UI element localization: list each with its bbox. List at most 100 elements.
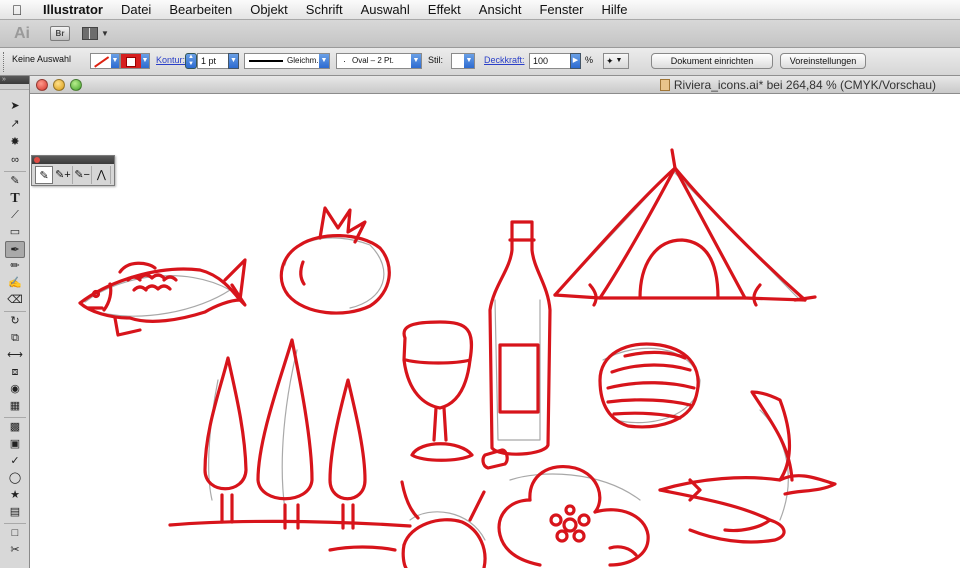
tools-panel-grip[interactable]: [0, 84, 29, 90]
menu-schrift[interactable]: Schrift: [297, 0, 352, 20]
chevron-down-icon: ▼: [111, 54, 119, 68]
artboard-canvas[interactable]: [30, 94, 960, 568]
close-icon[interactable]: [34, 157, 40, 163]
pen-tool-icon[interactable]: ✎: [5, 173, 25, 190]
lasso-tool-icon[interactable]: ∞: [5, 152, 25, 169]
panel-grip[interactable]: [3, 52, 6, 72]
pen-tool-icon[interactable]: ✎: [35, 166, 54, 184]
cypress-trees-drawing: [168, 338, 412, 552]
fill-none-swatch: [91, 54, 111, 68]
wine-glass-drawing: [402, 320, 474, 462]
type-tool-icon[interactable]: T: [5, 190, 25, 207]
menu-bearbeiten[interactable]: Bearbeiten: [160, 0, 241, 20]
select-similar-icon: ✦: [606, 56, 614, 66]
control-bar: Keine Auswahl ▼ ▼ Kontur: ▲ ▼ 1 pt ▼ Glei…: [0, 48, 960, 76]
chevron-down-icon: ▼: [615, 57, 623, 64]
scale-tool-icon[interactable]: ⧉: [5, 330, 25, 347]
zoom-window-button[interactable]: [70, 79, 82, 91]
apple-icon[interactable]: : [0, 2, 34, 18]
pencil-tool-icon[interactable]: ✏: [5, 258, 25, 275]
stroke-weight-dropdown[interactable]: ▼: [228, 53, 239, 69]
blob-brush-tool-icon[interactable]: ✍: [5, 275, 25, 292]
artboard-tool-icon[interactable]: □: [5, 525, 25, 542]
tool-separator: [4, 311, 26, 312]
tool-separator: [4, 417, 26, 418]
tool-separator: [4, 171, 26, 172]
width-tool-icon[interactable]: ⟷: [5, 347, 25, 364]
chevron-down-icon: ▼: [464, 54, 474, 68]
fill-color-dropdown[interactable]: ▼: [90, 53, 120, 69]
symbol-sprayer-tool-icon[interactable]: ★: [5, 487, 25, 504]
direct-selection-tool-icon[interactable]: ↗: [5, 116, 25, 133]
tools-panel-collapse-icon[interactable]: »: [0, 76, 29, 84]
stroke-weight-field[interactable]: 1 pt: [197, 53, 229, 69]
menu-illustrator[interactable]: Illustrator: [34, 0, 112, 20]
chevron-down-icon: ▼: [101, 29, 109, 38]
paintbrush-tool-icon[interactable]: ✒: [5, 241, 25, 258]
shape-builder-tool-icon[interactable]: ◉: [5, 381, 25, 398]
free-transform-tool-icon[interactable]: ⧈: [5, 364, 25, 381]
menu-datei[interactable]: Datei: [112, 0, 160, 20]
transparency-panel-link[interactable]: Deckkraft:: [484, 55, 525, 65]
stroke-weight-stepper[interactable]: ▲ ▼: [185, 53, 197, 69]
stroke-color-dropdown[interactable]: ▼: [120, 53, 150, 69]
brush-dot-icon: ·: [343, 56, 346, 66]
chevron-down-icon: ▼: [141, 54, 149, 68]
menu-objekt[interactable]: Objekt: [241, 0, 297, 20]
selection-tool-icon[interactable]: ➤: [5, 98, 25, 115]
eraser-tool-icon[interactable]: ⌫: [5, 292, 25, 309]
stroke-panel-link[interactable]: Kontur:: [156, 55, 185, 65]
variable-width-profile-dropdown[interactable]: Gleichm. ▼: [244, 53, 330, 69]
menu-effekt[interactable]: Effekt: [419, 0, 470, 20]
graphic-style-dropdown[interactable]: ▼: [451, 53, 475, 69]
opacity-unit: %: [585, 55, 594, 65]
preferences-button[interactable]: Voreinstellungen: [780, 53, 866, 69]
magic-wand-tool-icon[interactable]: ✸: [5, 134, 25, 151]
illustrator-logo: Ai: [14, 24, 30, 42]
chevron-down-icon: ▼: [411, 54, 421, 68]
tearoff-title-bar[interactable]: [32, 156, 114, 164]
opacity-dropdown[interactable]: ▶: [570, 53, 581, 69]
fish-drawing: [78, 258, 247, 337]
menu-fenster[interactable]: Fenster: [530, 0, 592, 20]
convert-anchor-point-tool-icon[interactable]: ⋀: [93, 166, 111, 184]
brush-definition-label: Oval – 2 Pt.: [352, 56, 394, 65]
minimize-window-button[interactable]: [53, 79, 65, 91]
stroke-color-swatch: [121, 54, 141, 68]
line-segment-tool-icon[interactable]: ⟋: [5, 207, 25, 224]
stroke-profile-label: Gleichm.: [287, 56, 319, 65]
wine-bottle-drawing: [488, 220, 552, 456]
document-setup-button[interactable]: Dokument einrichten: [651, 53, 773, 69]
arrange-documents-icon: [82, 27, 98, 40]
menu-ansicht[interactable]: Ansicht: [470, 0, 531, 20]
tent-drawing: [553, 148, 817, 307]
select-similar-objects-dropdown[interactable]: ✦ ▼: [603, 53, 629, 69]
stroke-profile-line-icon: [249, 60, 283, 62]
add-anchor-point-tool-icon[interactable]: ✎+: [54, 166, 73, 184]
rectangle-tool-icon[interactable]: ▭: [5, 224, 25, 241]
menu-hilfe[interactable]: Hilfe: [593, 0, 637, 20]
tools-panel: » ➤ ↗ ✸ ∞ ✎ T ⟋ ▭ ✒ ✏ ✍ ⌫ ↻ ⧉ ⟷ ⧈ ◉ ▦ ▩ …: [0, 76, 30, 568]
pen-tool-tearoff-panel: ✎ ✎+ ✎− ⋀: [31, 155, 115, 186]
rotate-tool-icon[interactable]: ↻: [5, 313, 25, 330]
go-to-bridge-button[interactable]: Br: [50, 26, 70, 41]
mesh-tool-icon[interactable]: ▩: [5, 419, 25, 436]
opacity-field[interactable]: 100: [529, 53, 571, 69]
column-graph-tool-icon[interactable]: ▤: [5, 504, 25, 521]
arrange-documents-button[interactable]: ▼: [82, 27, 109, 40]
brush-definition-dropdown[interactable]: · Oval – 2 Pt. ▼: [336, 53, 422, 69]
delete-anchor-point-tool-icon[interactable]: ✎−: [74, 166, 92, 184]
document-title-text: Riviera_icons.ai* bei 264,84 % (CMYK/Vor…: [673, 78, 936, 92]
menu-auswahl[interactable]: Auswahl: [352, 0, 419, 20]
eyedropper-tool-icon[interactable]: ✓: [5, 453, 25, 470]
perspective-grid-tool-icon[interactable]: ▦: [5, 398, 25, 415]
style-label: Stil:: [428, 55, 444, 65]
blend-tool-icon[interactable]: ◯: [5, 470, 25, 487]
chevron-down-icon: ▼: [319, 54, 329, 68]
selection-status: Keine Auswahl: [12, 54, 72, 64]
slice-tool-icon[interactable]: ✂: [5, 542, 25, 559]
orange-drawing: [400, 480, 487, 568]
close-window-button[interactable]: [36, 79, 48, 91]
application-bar: Ai Br ▼: [0, 20, 960, 48]
gradient-tool-icon[interactable]: ▣: [5, 436, 25, 453]
